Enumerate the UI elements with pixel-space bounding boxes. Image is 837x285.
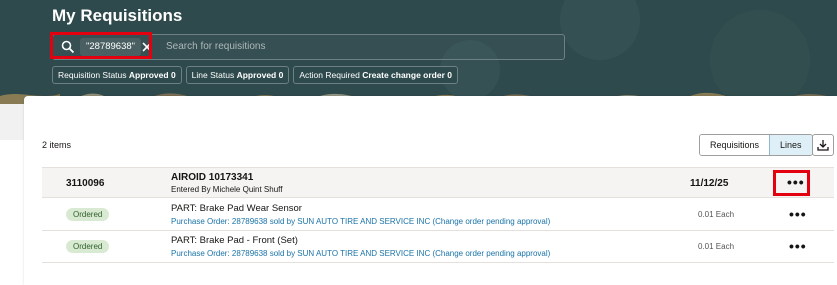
more-actions-icon[interactable]: ••• <box>789 206 807 222</box>
page-background <box>0 140 24 285</box>
purchase-order-link[interactable]: Purchase Order: 28789638 sold by SUN AUT… <box>171 249 550 258</box>
line-quantity: 0.01 Each <box>698 210 735 219</box>
line-title: PART: Brake Pad - Front (Set) <box>171 235 298 246</box>
filter-label: Requisition Status <box>58 70 127 80</box>
filter-action-required[interactable]: Action Required Create change order 0 <box>293 66 458 84</box>
filter-count: 0 <box>447 70 452 80</box>
search-placeholder: Search for requisitions <box>166 41 266 52</box>
filter-count: 0 <box>170 70 176 80</box>
line-title: PART: Brake Pad Wear Sensor <box>171 203 302 214</box>
purchase-order-link[interactable]: Purchase Order: 28789638 sold by SUN AUT… <box>171 217 550 226</box>
view-toggle: Requisitions Lines <box>699 134 813 156</box>
download-icon <box>817 140 829 151</box>
requisition-date: 11/12/25 <box>690 178 729 189</box>
requisitions-view-button[interactable]: Requisitions <box>700 135 770 155</box>
line-quantity: 0.01 Each <box>698 242 735 251</box>
filter-count: 0 <box>278 70 284 80</box>
requisition-entered-by: Entered By Michele Quint Shuff <box>171 185 283 194</box>
download-button[interactable] <box>812 134 834 156</box>
actions-highlight-box <box>773 170 810 196</box>
requisition-title[interactable]: AIROID 10173341 <box>171 172 253 183</box>
lines-view-button[interactable]: Lines <box>769 135 812 155</box>
filter-label: Action Required <box>299 70 360 80</box>
filter-line-status[interactable]: Line Status Approved 0 <box>185 66 290 84</box>
status-badge: Ordered <box>66 240 110 253</box>
filter-value: Approved <box>236 70 277 80</box>
page-title: My Requisitions <box>52 6 183 25</box>
filter-requisition-status[interactable]: Requisition Status Approved 0 <box>52 66 182 84</box>
more-actions-icon[interactable]: ••• <box>789 238 807 254</box>
search-highlight-box <box>50 32 152 59</box>
item-count: 2 items <box>42 140 72 150</box>
requisition-number: 3110096 <box>66 178 105 189</box>
filter-value: Approved <box>128 70 169 80</box>
filter-bar: Requisition Status Approved 0 Line Statu… <box>52 66 458 84</box>
filter-label: Line Status <box>191 70 235 80</box>
status-badge: Ordered <box>66 208 110 221</box>
filter-value: Create change order <box>362 70 445 80</box>
